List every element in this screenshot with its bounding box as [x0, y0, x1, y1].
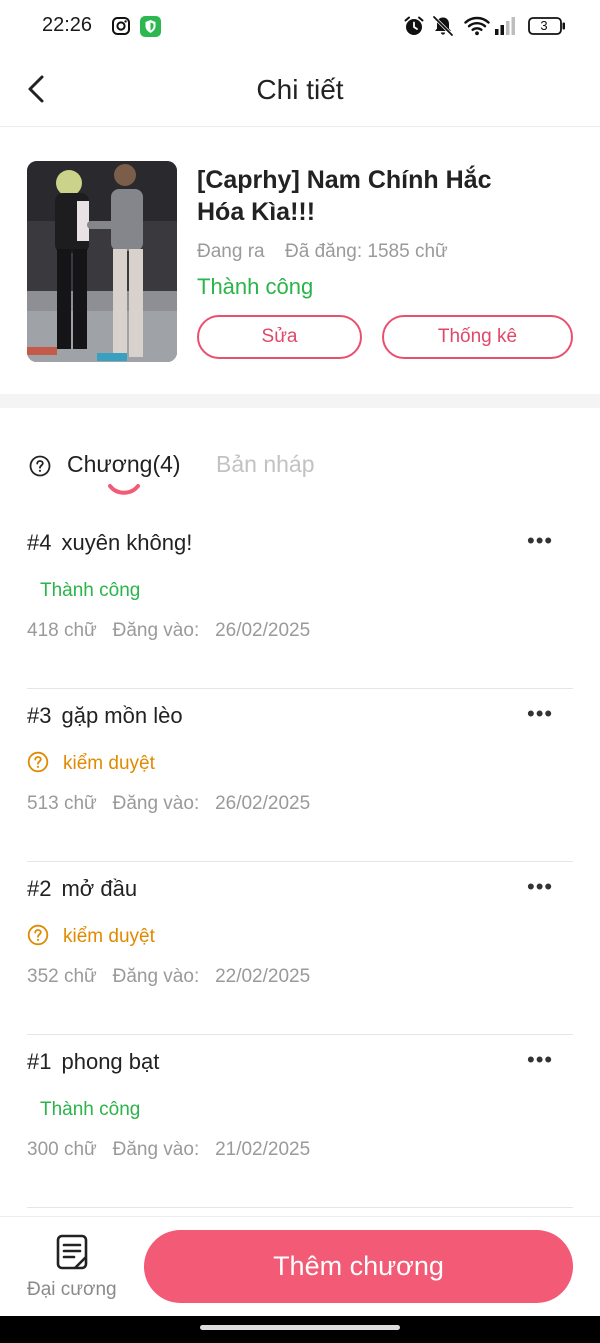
chapter-status: Thành công — [40, 1099, 141, 1120]
chapter-item[interactable]: #3 gặp mồn lèo ••• kiểm duyệt 513 chữ Đăn… — [27, 689, 573, 862]
status-time: 22:26 — [42, 14, 93, 36]
chapter-meta: 300 chữ Đăng vào: 21/02/2025 — [27, 1139, 311, 1160]
chapter-status: kiểm duyệt — [63, 926, 155, 947]
tab-chapters[interactable]: Chương(4) — [67, 451, 181, 478]
question-circle-icon[interactable] — [29, 455, 51, 477]
book-cover[interactable] — [27, 161, 177, 362]
more-options-icon[interactable]: ••• — [527, 701, 559, 726]
book-word-count: Đã đăng: 1585 chữ — [285, 241, 448, 262]
outline-button-label[interactable]: Đại cương — [27, 1279, 117, 1301]
instagram-icon — [110, 16, 132, 36]
tab-drafts[interactable]: Bản nháp — [216, 451, 314, 478]
stats-button[interactable]: Thống kê — [382, 315, 573, 359]
more-options-icon[interactable]: ••• — [527, 874, 559, 899]
chapter-status: kiểm duyệt — [63, 753, 155, 774]
section-divider — [0, 394, 600, 408]
tab-active-indicator — [107, 483, 141, 497]
signal-icon — [494, 16, 518, 36]
edit-button[interactable]: Sửa — [197, 315, 362, 359]
home-indicator[interactable] — [200, 1325, 400, 1330]
header-divider — [0, 126, 600, 127]
chapter-meta: 418 chữ Đăng vào: 26/02/2025 — [27, 620, 311, 641]
battery-level: 3 — [540, 18, 548, 33]
chapter-title: #1 phong bạt — [27, 1049, 160, 1074]
divider — [27, 1207, 573, 1208]
page-title: Chi tiết — [256, 74, 344, 105]
chapter-meta: 513 chữ Đăng vào: 26/02/2025 — [27, 793, 311, 814]
alarm-icon — [402, 16, 426, 36]
chapter-item[interactable]: #1 phong bạt ••• Thành công 300 chữ Đăng … — [27, 1035, 573, 1208]
book-review-status: Thành công — [197, 274, 314, 299]
book-cover-image — [27, 161, 177, 362]
book-publish-state: Đang ra — [197, 241, 265, 262]
chapter-meta: 352 chữ Đăng vào: 22/02/2025 — [27, 966, 311, 987]
document-list-icon[interactable] — [55, 1234, 89, 1270]
question-circle-icon — [27, 751, 49, 773]
more-options-icon[interactable]: ••• — [527, 1047, 559, 1072]
chapter-title: #2 mở đầu — [27, 876, 138, 901]
add-chapter-button[interactable]: Thêm chương — [144, 1230, 573, 1303]
wifi-icon — [463, 16, 491, 36]
chapter-title: #3 gặp mồn lèo — [27, 703, 183, 728]
chapter-item[interactable]: #2 mở đầu ••• kiểm duyệt 352 chữ Đăng vào… — [27, 862, 573, 1035]
shield-icon — [139, 15, 161, 37]
chapter-title: #4 xuyên không! — [27, 530, 193, 555]
book-title: [Caprhy] Nam Chính Hắc Hóa Kìa!!! — [197, 166, 492, 226]
bell-off-icon — [430, 15, 456, 37]
more-options-icon[interactable]: ••• — [527, 528, 559, 553]
chapter-item[interactable]: #4 xuyên không! ••• Thành công 418 chữ Đă… — [27, 516, 573, 689]
question-circle-icon — [27, 924, 49, 946]
chapter-status: Thành công — [40, 580, 141, 601]
